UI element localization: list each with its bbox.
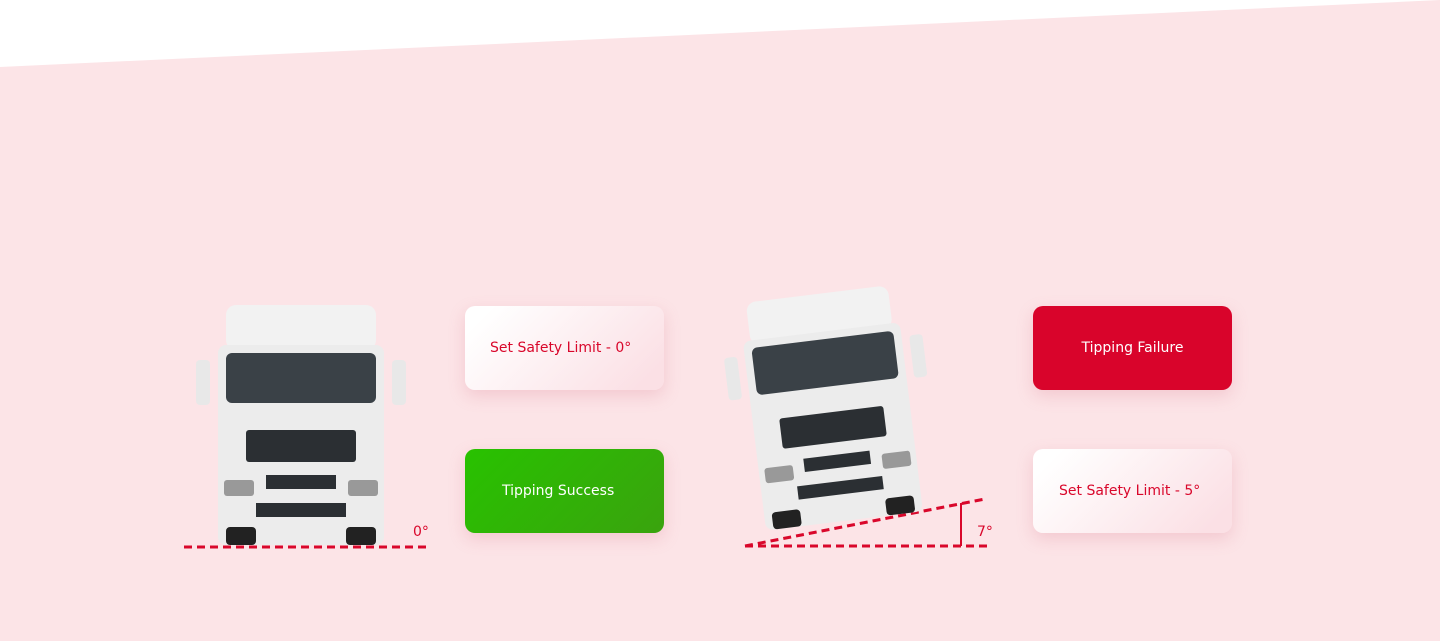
safety-limit-label: Set Safety Limit - 0° <box>490 340 632 356</box>
truck-level-image <box>196 305 406 545</box>
tipping-failure-label: Tipping Failure <box>1081 340 1184 356</box>
safety-limit-card-right: Set Safety Limit - 5° <box>1033 449 1232 533</box>
tipping-success-card: Tipping Success <box>465 449 664 533</box>
tipping-success-label: Tipping Success <box>502 483 615 499</box>
truck-tilted-image <box>717 281 944 534</box>
safety-limit-card-left: Set Safety Limit - 0° <box>465 306 664 390</box>
angle-label-left: 0° <box>413 524 429 540</box>
tipping-failure-card: Tipping Failure <box>1033 306 1232 390</box>
safety-limit-label: Set Safety Limit - 5° <box>1059 483 1201 499</box>
angle-label-right: 7° <box>977 524 993 540</box>
